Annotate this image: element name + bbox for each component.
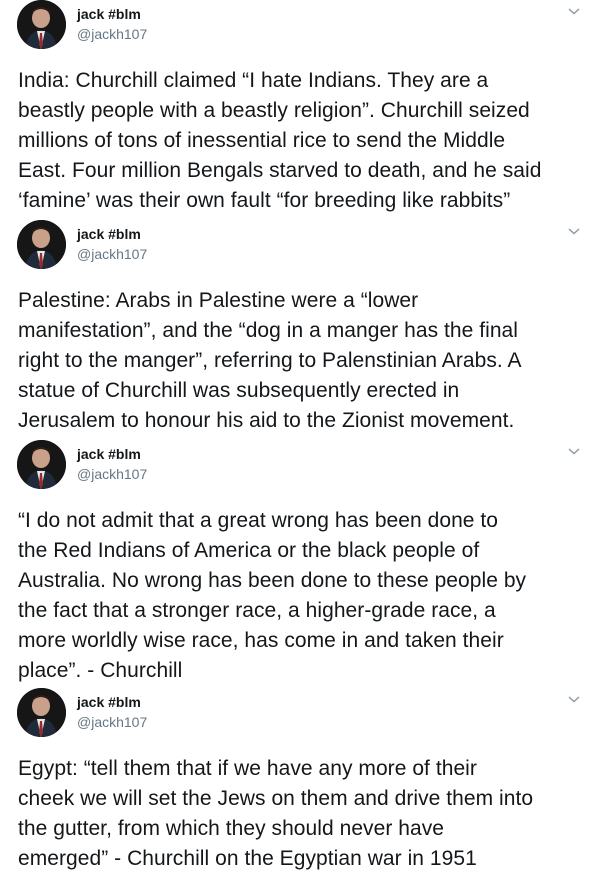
tweet[interactable]: jack #blm @jackh107 India: Churchill cla…: [0, 0, 600, 222]
author-handle[interactable]: @jackh107: [77, 714, 147, 731]
tweet[interactable]: jack #blm @jackh107 “I do not admit that…: [0, 440, 600, 688]
tweet-text: Palestine: Arabs in Palestine were a “lo…: [18, 289, 522, 432]
tweet-feed: jack #blm @jackh107 India: Churchill cla…: [0, 0, 600, 878]
author-handle[interactable]: @jackh107: [77, 466, 147, 483]
author-name[interactable]: jack #blm: [77, 6, 141, 23]
tweet[interactable]: jack #blm @jackh107 Egypt: “tell them th…: [0, 688, 600, 878]
author-handle[interactable]: @jackh107: [77, 26, 147, 43]
author-name[interactable]: jack #blm: [77, 226, 141, 243]
author-name[interactable]: jack #blm: [77, 694, 141, 711]
tweet-text: India: Churchill claimed “I hate Indians…: [18, 69, 542, 212]
chevron-down-icon[interactable]: [566, 443, 582, 459]
chevron-down-icon[interactable]: [566, 691, 582, 707]
avatar[interactable]: [17, 220, 66, 269]
author-name[interactable]: jack #blm: [77, 446, 141, 463]
chevron-down-icon[interactable]: [566, 223, 582, 239]
avatar[interactable]: [17, 0, 66, 49]
chevron-down-icon[interactable]: [566, 3, 582, 19]
avatar[interactable]: [17, 440, 66, 489]
avatar[interactable]: [17, 688, 66, 737]
tweet-text: Egypt: “tell them that if we have any mo…: [18, 757, 534, 870]
tweet-text: “I do not admit that a great wrong has b…: [18, 509, 527, 682]
author-handle[interactable]: @jackh107: [77, 246, 147, 263]
tweet[interactable]: jack #blm @jackh107 Palestine: Arabs in …: [0, 220, 600, 440]
